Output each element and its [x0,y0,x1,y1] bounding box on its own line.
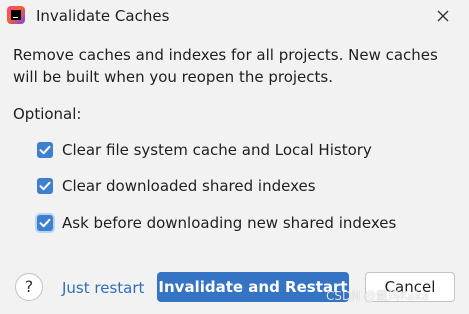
invalidate-and-restart-button[interactable]: Invalidate and Restart [157,272,349,302]
title-bar: Invalidate Caches [0,0,469,32]
dialog-message: Remove caches and indexes for all projec… [13,46,438,86]
invalidate-caches-dialog: Invalidate Caches Remove caches and inde… [0,0,469,314]
checkmark-icon [39,218,51,228]
option-ask-before-downloading[interactable]: Ask before downloading new shared indexe… [37,212,396,234]
checkbox-checked[interactable] [37,142,53,158]
just-restart-button[interactable]: Just restart [62,278,144,298]
cancel-button[interactable]: Cancel [365,272,455,302]
option-clear-file-system-cache[interactable]: Clear file system cache and Local Histor… [37,139,372,161]
close-icon [437,10,449,22]
option-clear-downloaded-shared-indexes[interactable]: Clear downloaded shared indexes [37,175,316,197]
help-button[interactable]: ? [15,273,43,301]
option-label: Clear file system cache and Local Histor… [62,141,372,159]
checkmark-icon [39,145,51,155]
dialog-title: Invalidate Caches [36,7,170,25]
intellij-idea-icon [7,6,25,24]
checkmark-icon [39,181,51,191]
optional-label: Optional: [13,105,82,123]
checkbox-checked[interactable] [37,215,53,231]
option-label: Clear downloaded shared indexes [62,177,316,195]
checkbox-checked[interactable] [37,178,53,194]
close-button[interactable] [433,6,453,26]
option-label: Ask before downloading new shared indexe… [62,214,397,232]
